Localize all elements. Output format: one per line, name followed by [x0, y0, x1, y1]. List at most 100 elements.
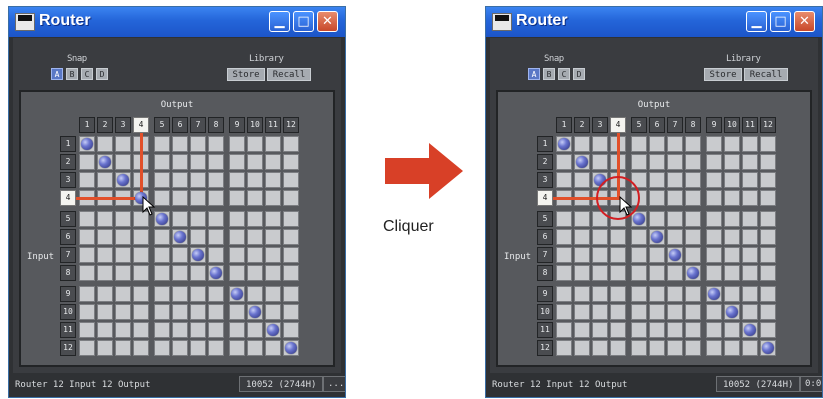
matrix-cell[interactable]: [133, 304, 149, 320]
snap-button-c[interactable]: C: [558, 68, 570, 80]
matrix-cell[interactable]: [574, 304, 590, 320]
matrix-cell[interactable]: [208, 172, 224, 188]
matrix-cell[interactable]: [172, 247, 188, 263]
matrix-cell[interactable]: [97, 265, 113, 281]
matrix-cell[interactable]: [556, 340, 572, 356]
matrix-cell[interactable]: [190, 340, 206, 356]
matrix-cell[interactable]: [79, 154, 95, 170]
output-header-4[interactable]: 4: [610, 117, 626, 133]
matrix-cell[interactable]: [574, 265, 590, 281]
route-connection-dot[interactable]: [651, 231, 663, 243]
matrix-cell[interactable]: [706, 211, 722, 227]
matrix-cell[interactable]: [154, 286, 170, 302]
route-connection-dot[interactable]: [174, 231, 186, 243]
matrix-cell[interactable]: [706, 190, 722, 206]
matrix-cell[interactable]: [208, 322, 224, 338]
matrix-cell[interactable]: [667, 340, 683, 356]
matrix-cell[interactable]: [685, 286, 701, 302]
matrix-cell[interactable]: [154, 136, 170, 152]
title-bar[interactable]: Router ▁ □ ✕: [9, 7, 345, 37]
matrix-cell[interactable]: [79, 229, 95, 245]
matrix-cell[interactable]: [724, 340, 740, 356]
matrix-cell[interactable]: [685, 190, 701, 206]
close-button[interactable]: ✕: [317, 11, 338, 32]
matrix-cell[interactable]: [79, 340, 95, 356]
input-header-2[interactable]: 2: [537, 154, 553, 170]
matrix-cell[interactable]: [265, 286, 281, 302]
matrix-cell[interactable]: [631, 136, 647, 152]
matrix-cell[interactable]: [631, 286, 647, 302]
matrix-cell[interactable]: [742, 154, 758, 170]
matrix-cell[interactable]: [556, 229, 572, 245]
matrix-cell[interactable]: [115, 286, 131, 302]
route-connection-dot[interactable]: [156, 213, 168, 225]
matrix-cell[interactable]: [265, 190, 281, 206]
input-header-10[interactable]: 10: [537, 304, 553, 320]
matrix-cell[interactable]: [190, 229, 206, 245]
matrix-cell[interactable]: [574, 136, 590, 152]
matrix-cell[interactable]: [592, 136, 608, 152]
matrix-cell[interactable]: [133, 286, 149, 302]
input-header-3[interactable]: 3: [537, 172, 553, 188]
output-header-2[interactable]: 2: [574, 117, 590, 133]
route-connection-dot[interactable]: [117, 174, 129, 186]
input-header-3[interactable]: 3: [60, 172, 76, 188]
matrix-cell[interactable]: [742, 286, 758, 302]
matrix-cell[interactable]: [172, 172, 188, 188]
matrix-cell[interactable]: [667, 304, 683, 320]
route-connection-dot[interactable]: [81, 138, 93, 150]
matrix-cell[interactable]: [760, 265, 776, 281]
output-header-7[interactable]: 7: [190, 117, 206, 133]
matrix-cell[interactable]: [229, 322, 245, 338]
matrix-cell[interactable]: [190, 265, 206, 281]
matrix-cell[interactable]: [115, 340, 131, 356]
matrix-cell[interactable]: [133, 340, 149, 356]
route-connection-dot[interactable]: [633, 213, 645, 225]
output-header-1[interactable]: 1: [79, 117, 95, 133]
route-connection-dot[interactable]: [210, 267, 222, 279]
output-header-9[interactable]: 9: [229, 117, 245, 133]
matrix-cell[interactable]: [154, 340, 170, 356]
output-header-5[interactable]: 5: [631, 117, 647, 133]
matrix-cell[interactable]: [208, 247, 224, 263]
matrix-cell[interactable]: [706, 136, 722, 152]
matrix-cell[interactable]: [154, 190, 170, 206]
matrix-cell[interactable]: [724, 172, 740, 188]
matrix-cell[interactable]: [208, 136, 224, 152]
matrix-cell[interactable]: [172, 190, 188, 206]
matrix-cell[interactable]: [133, 229, 149, 245]
matrix-cell[interactable]: [556, 154, 572, 170]
matrix-cell[interactable]: [610, 340, 626, 356]
matrix-cell[interactable]: [247, 136, 263, 152]
store-button[interactable]: Store: [704, 68, 742, 81]
matrix-cell[interactable]: [208, 286, 224, 302]
matrix-cell[interactable]: [667, 154, 683, 170]
matrix-cell[interactable]: [247, 211, 263, 227]
recall-button[interactable]: Recall: [744, 68, 788, 81]
matrix-cell[interactable]: [133, 247, 149, 263]
route-connection-dot[interactable]: [726, 306, 738, 318]
matrix-cell[interactable]: [283, 304, 299, 320]
matrix-cell[interactable]: [97, 304, 113, 320]
snap-button-b[interactable]: B: [66, 68, 78, 80]
matrix-cell[interactable]: [724, 286, 740, 302]
matrix-cell[interactable]: [706, 229, 722, 245]
minimize-button[interactable]: ▁: [269, 11, 290, 32]
matrix-cell[interactable]: [154, 172, 170, 188]
matrix-cell[interactable]: [610, 286, 626, 302]
matrix-cell[interactable]: [685, 340, 701, 356]
matrix-cell[interactable]: [97, 211, 113, 227]
matrix-cell[interactable]: [556, 322, 572, 338]
matrix-cell[interactable]: [229, 247, 245, 263]
matrix-cell[interactable]: [592, 229, 608, 245]
matrix-cell[interactable]: [706, 340, 722, 356]
matrix-cell[interactable]: [190, 304, 206, 320]
input-header-8[interactable]: 8: [537, 265, 553, 281]
output-header-8[interactable]: 8: [685, 117, 701, 133]
matrix-cell[interactable]: [154, 229, 170, 245]
matrix-cell[interactable]: [265, 154, 281, 170]
matrix-cell[interactable]: [760, 322, 776, 338]
matrix-cell[interactable]: [556, 211, 572, 227]
matrix-cell[interactable]: [79, 172, 95, 188]
matrix-cell[interactable]: [610, 304, 626, 320]
